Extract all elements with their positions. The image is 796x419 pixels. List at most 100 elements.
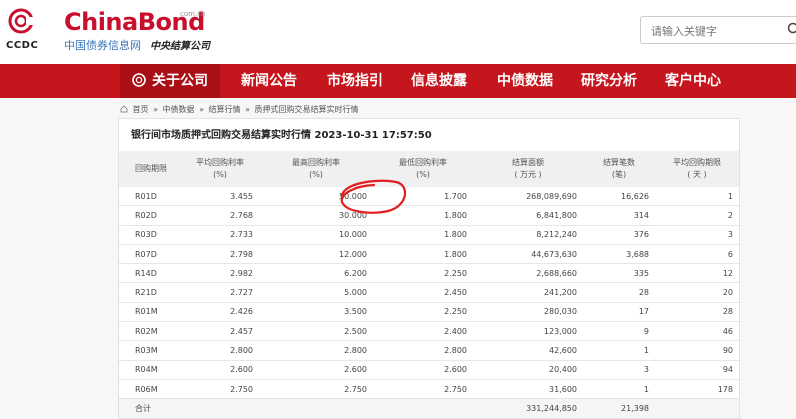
col-header-min-rate: 最低回购利率 (%) bbox=[373, 151, 473, 187]
cell-avg-rate: 2.982 bbox=[181, 263, 259, 284]
table-body: R01D 3.455 50.000 1.700 268,089,690 16,626 1 R0… bbox=[119, 187, 739, 418]
nav-customer-center[interactable]: 客户中心 bbox=[656, 64, 730, 98]
cell-min-rate: 2.250 bbox=[373, 263, 473, 284]
cell-avg-term: 12 bbox=[655, 263, 739, 284]
breadcrumb-current: 质押式回购交易结算实时行情 bbox=[254, 105, 359, 114]
nav-news[interactable]: 新闻公告 bbox=[232, 64, 306, 98]
nav-market-guide[interactable]: 市场指引 bbox=[318, 64, 392, 98]
cell-count: 17 bbox=[583, 302, 655, 323]
total-cell-term: 合计 bbox=[119, 398, 181, 418]
cell-amount: 6,841,800 bbox=[473, 205, 583, 226]
cell-max-rate: 12.000 bbox=[259, 244, 373, 265]
cell-count: 3,688 bbox=[583, 244, 655, 265]
table-row: R03D 2.733 10.000 1.800 8,212,240 376 3 bbox=[119, 225, 739, 245]
breadcrumb-separator: » bbox=[245, 105, 250, 114]
cell-avg-rate: 2.727 bbox=[181, 282, 259, 303]
cell-max-rate: 2.500 bbox=[259, 321, 373, 342]
cell-max-rate: 2.600 bbox=[259, 360, 373, 380]
nav-research[interactable]: 研究分析 bbox=[572, 64, 646, 98]
cell-term: R04M bbox=[119, 360, 181, 380]
cell-avg-rate: 3.455 bbox=[181, 187, 259, 207]
col-header-amount: 结算面额( 万元 ) bbox=[473, 151, 583, 187]
search-icon[interactable] bbox=[787, 22, 796, 36]
ccdc-mini-icon bbox=[132, 73, 146, 87]
brand-seal: 中央结算公司 bbox=[150, 41, 210, 52]
cell-count: 16,626 bbox=[583, 187, 655, 207]
cell-min-rate: 1.800 bbox=[373, 205, 473, 226]
table-row: R07D 2.798 12.000 1.800 44,673,630 3,688 6 bbox=[119, 244, 739, 265]
breadcrumb-home[interactable]: 首页 bbox=[133, 105, 149, 114]
total-cell-max-rate bbox=[259, 398, 373, 418]
cell-avg-term: 28 bbox=[655, 302, 739, 323]
cell-amount: 241,200 bbox=[473, 282, 583, 303]
table-row: R01D 3.455 50.000 1.700 268,089,690 16,626 1 bbox=[119, 187, 739, 207]
cell-min-rate: 1.700 bbox=[373, 187, 473, 207]
cell-term: R02D bbox=[119, 205, 181, 226]
chinabond-logo[interactable]: ChinaBond com.cn 中国债券信息网 中央结算公司 bbox=[64, 8, 214, 52]
cell-count: 376 bbox=[583, 225, 655, 245]
cell-term: R03M bbox=[119, 340, 181, 361]
site-header: CCDC ChinaBond com.cn 中国债券信息网 中央结算公司 bbox=[0, 0, 796, 64]
cell-max-rate: 10.000 bbox=[259, 225, 373, 245]
breadcrumb-settlement[interactable]: 结算行情 bbox=[209, 105, 241, 114]
search-input[interactable] bbox=[649, 21, 773, 41]
cell-min-rate: 2.800 bbox=[373, 340, 473, 361]
cell-max-rate: 6.200 bbox=[259, 263, 373, 284]
cell-term: R21D bbox=[119, 282, 181, 303]
cell-amount: 280,030 bbox=[473, 302, 583, 323]
breadcrumb-separator: » bbox=[153, 105, 158, 114]
ccdc-logo-icon bbox=[8, 8, 34, 34]
cell-avg-term: 20 bbox=[655, 282, 739, 303]
cell-avg-term: 90 bbox=[655, 340, 739, 361]
cell-count: 314 bbox=[583, 205, 655, 226]
cell-avg-rate: 2.426 bbox=[181, 302, 259, 323]
cell-term: R07D bbox=[119, 244, 181, 265]
cell-count: 28 bbox=[583, 282, 655, 303]
cell-amount: 123,000 bbox=[473, 321, 583, 342]
total-cell-min-rate bbox=[373, 398, 473, 418]
cell-avg-rate: 2.733 bbox=[181, 225, 259, 245]
cell-count: 9 bbox=[583, 321, 655, 342]
col-header-avg-rate: 平均回购利率 (%) bbox=[181, 151, 259, 187]
cell-term: R02M bbox=[119, 321, 181, 342]
cell-amount: 44,673,630 bbox=[473, 244, 583, 265]
cell-max-rate: 2.800 bbox=[259, 340, 373, 361]
cell-max-rate: 2.750 bbox=[259, 379, 373, 400]
cell-avg-term: 46 bbox=[655, 321, 739, 342]
col-header-count: 结算笔数 (笔) bbox=[583, 151, 655, 187]
cell-avg-term: 6 bbox=[655, 244, 739, 265]
table-row: R02M 2.457 2.500 2.400 123,000 9 46 bbox=[119, 321, 739, 342]
cell-avg-rate: 2.768 bbox=[181, 205, 259, 226]
cell-amount: 268,089,690 bbox=[473, 187, 583, 207]
cell-term: R01D bbox=[119, 187, 181, 207]
breadcrumb-bond-data[interactable]: 中债数据 bbox=[163, 105, 195, 114]
main-nav: 关于公司 新闻公告 市场指引 信息披露 中债数据 研究分析 客户中心 bbox=[0, 64, 796, 98]
breadcrumb: 首页 » 中债数据 » 结算行情 » 质押式回购交易结算实时行情 bbox=[120, 104, 361, 115]
nav-bond-data[interactable]: 中债数据 bbox=[488, 64, 562, 98]
total-cell-amount: 331,244,850 bbox=[473, 398, 583, 418]
cell-min-rate: 2.250 bbox=[373, 302, 473, 323]
table-row: R03M 2.800 2.800 2.800 42,600 1 90 bbox=[119, 340, 739, 361]
cell-min-rate: 1.800 bbox=[373, 244, 473, 265]
panel-title: 银行间市场质押式回购交易结算实时行情 2023-10-31 17:57:50 bbox=[131, 130, 432, 141]
total-cell-avg-term bbox=[655, 398, 739, 418]
cell-avg-term: 94 bbox=[655, 360, 739, 380]
cell-avg-rate: 2.798 bbox=[181, 244, 259, 265]
cell-avg-term: 2 bbox=[655, 205, 739, 226]
nav-disclosure[interactable]: 信息披露 bbox=[402, 64, 476, 98]
cell-amount: 8,212,240 bbox=[473, 225, 583, 245]
cell-amount: 31,600 bbox=[473, 379, 583, 400]
cell-amount: 42,600 bbox=[473, 340, 583, 361]
cell-max-rate: 5.000 bbox=[259, 282, 373, 303]
cell-min-rate: 2.450 bbox=[373, 282, 473, 303]
ccdc-logo[interactable]: CCDC bbox=[6, 8, 40, 54]
table-row: R21D 2.727 5.000 2.450 241,200 28 20 bbox=[119, 282, 739, 303]
table-row: R01M 2.426 3.500 2.250 280,030 17 28 bbox=[119, 302, 739, 323]
nav-about[interactable]: 关于公司 bbox=[120, 64, 220, 98]
cell-amount: 20,400 bbox=[473, 360, 583, 380]
cell-term: R06M bbox=[119, 379, 181, 400]
cell-count: 335 bbox=[583, 263, 655, 284]
total-cell-avg-rate bbox=[181, 398, 259, 418]
cell-amount: 2,688,660 bbox=[473, 263, 583, 284]
breadcrumb-separator: » bbox=[199, 105, 204, 114]
